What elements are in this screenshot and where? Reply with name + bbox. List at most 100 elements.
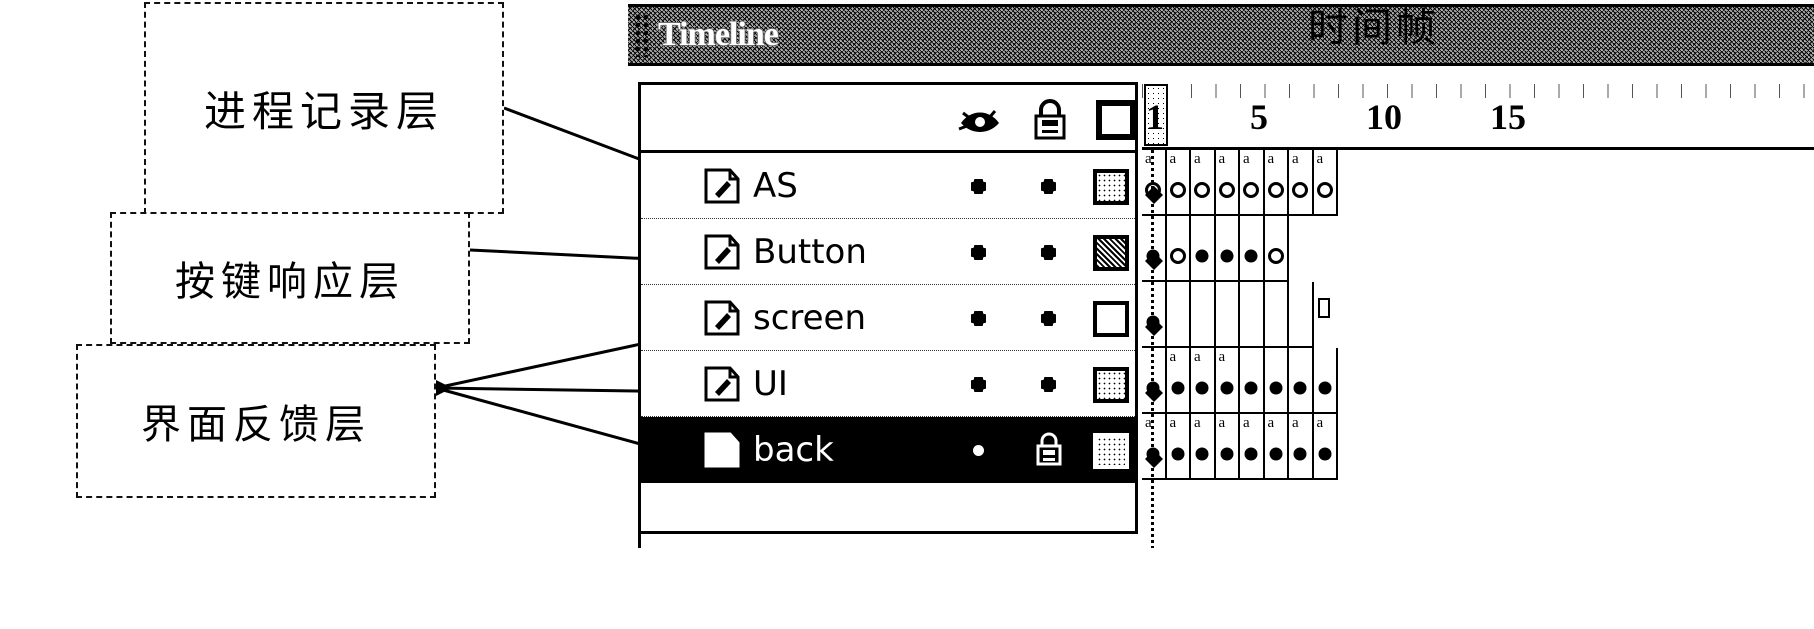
layer-page-icon [703, 167, 741, 205]
layer-outline-toggle[interactable] [1093, 301, 1129, 337]
layer-lock-toggle[interactable] [1043, 247, 1054, 258]
keyframe-dot[interactable] [1171, 381, 1185, 395]
frame-cell[interactable] [1240, 348, 1265, 414]
frame-cell[interactable] [1264, 348, 1289, 414]
keyframe-dot[interactable] [1218, 182, 1235, 198]
frame-cell[interactable] [1215, 216, 1240, 282]
frame-script-marker: a [1218, 151, 1226, 167]
layer-outline-toggle[interactable] [1093, 433, 1129, 469]
keyframe-dot[interactable] [1267, 248, 1284, 264]
keyframe-dot[interactable] [1293, 447, 1307, 461]
layer-row[interactable]: screen [641, 285, 1135, 351]
frame-cell[interactable] [1142, 216, 1167, 282]
layer-lock-toggle[interactable] [1043, 379, 1054, 390]
layer-outline-toggle[interactable] [1093, 235, 1129, 271]
keyframe-dot[interactable] [1269, 381, 1283, 395]
frame-cell[interactable]: a [1215, 150, 1240, 216]
frame-cell[interactable]: a [1240, 150, 1265, 216]
frame-cell[interactable]: a [1240, 414, 1265, 480]
frame-cell[interactable] [1142, 348, 1167, 414]
frame-script-marker: a [1218, 349, 1226, 365]
frame-cell[interactable] [1289, 348, 1314, 414]
frame-cell[interactable] [1240, 282, 1265, 348]
frame-cell[interactable]: a [1166, 150, 1191, 216]
layer-outline-toggle[interactable] [1093, 169, 1129, 205]
annotation-box-key-response-layer: 按键响应层 [110, 212, 470, 344]
layer-visibility-toggle[interactable] [973, 247, 984, 258]
keyframe-dot[interactable] [1318, 447, 1332, 461]
frame-cell[interactable]: a [1166, 414, 1191, 480]
layer-visibility-toggle[interactable] [973, 379, 984, 390]
frame-cell[interactable] [1191, 216, 1216, 282]
drag-grip-icon[interactable] [634, 13, 650, 57]
keyframe-dot[interactable] [1194, 182, 1211, 198]
layer-row[interactable]: Button [641, 219, 1135, 285]
keyframe-dot[interactable] [1293, 381, 1307, 395]
layer-lock-toggle[interactable] [1043, 181, 1054, 192]
frame-cell[interactable] [1166, 282, 1191, 348]
keyframe-dot[interactable] [1195, 447, 1209, 461]
keyframe-dot[interactable] [1195, 249, 1209, 263]
keyframe-dot[interactable] [1220, 249, 1234, 263]
layer-visibility-toggle[interactable] [973, 445, 984, 456]
keyframe-dot[interactable] [1244, 447, 1258, 461]
frame-cell[interactable] [1289, 282, 1314, 348]
keyframe-dot[interactable] [1244, 381, 1258, 395]
layer-lock-icon[interactable] [1033, 431, 1065, 467]
keyframe-dot[interactable] [1269, 447, 1283, 461]
layer-outline-toggle[interactable] [1093, 367, 1129, 403]
keyframe-dot[interactable] [1267, 182, 1284, 198]
layer-visibility-toggle[interactable] [973, 313, 984, 324]
layer-row[interactable]: AS [641, 153, 1135, 219]
keyframe-dot[interactable] [1171, 447, 1185, 461]
eye-icon[interactable] [957, 99, 1003, 141]
frame-cell[interactable]: a [1191, 150, 1216, 216]
frame-cell[interactable]: a [1142, 414, 1167, 480]
frame-cell[interactable]: a [1313, 414, 1338, 480]
frame-cell[interactable]: a [1264, 414, 1289, 480]
frame-cell[interactable] [1166, 216, 1191, 282]
frame-cell[interactable] [1142, 282, 1167, 348]
ruler-label-10: 10 [1366, 97, 1402, 137]
panel-title: Timeline [658, 16, 779, 53]
frame-cell[interactable]: a [1215, 414, 1240, 480]
keyframe-dot[interactable] [1316, 182, 1333, 198]
frame-cell[interactable]: a [1191, 414, 1216, 480]
keyframe-dot[interactable] [1318, 381, 1332, 395]
frame-cell[interactable] [1313, 348, 1338, 414]
frame-cell[interactable]: a [1313, 150, 1338, 216]
keyframe-dot[interactable] [1169, 182, 1186, 198]
frame-cell[interactable]: a [1215, 348, 1240, 414]
keyframe-dot[interactable] [1243, 182, 1260, 198]
layer-name-label: AS [753, 166, 798, 206]
keyframe-dot[interactable] [1244, 249, 1258, 263]
layer-row[interactable]: UI [641, 351, 1135, 417]
frame-cell[interactable]: a [1166, 348, 1191, 414]
frame-grid[interactable]: aaaaaaaaaaaaaaaaaaa [1142, 150, 1814, 548]
blank-keyframe-marker[interactable] [1317, 298, 1330, 318]
frame-cell[interactable] [1314, 282, 1339, 348]
frame-cell[interactable] [1240, 216, 1265, 282]
frame-cell[interactable]: a [1289, 414, 1314, 480]
layer-visibility-toggle[interactable] [973, 181, 984, 192]
layer-name-label: back [753, 430, 834, 470]
keyframe-dot[interactable] [1195, 381, 1209, 395]
frame-cell[interactable]: a [1264, 150, 1289, 216]
frame-cell[interactable] [1191, 282, 1216, 348]
layer-name-label: UI [753, 364, 788, 404]
layer-lock-toggle[interactable] [1043, 313, 1054, 324]
layer-row[interactable]: back [641, 417, 1135, 483]
frame-cell[interactable]: a [1142, 150, 1167, 216]
frame-cell[interactable]: a [1191, 348, 1216, 414]
frame-ruler[interactable]: 1 5 10 15 [1142, 82, 1814, 150]
keyframe-dot[interactable] [1220, 447, 1234, 461]
outline-square-icon[interactable] [1093, 99, 1139, 141]
keyframe-dot[interactable] [1220, 381, 1234, 395]
frame-cell[interactable] [1264, 216, 1289, 282]
lock-icon[interactable] [1027, 99, 1073, 141]
keyframe-dot[interactable] [1169, 248, 1186, 264]
frame-cell[interactable]: a [1289, 150, 1314, 216]
keyframe-dot[interactable] [1292, 182, 1309, 198]
frame-cell[interactable] [1215, 282, 1240, 348]
frame-cell[interactable] [1264, 282, 1289, 348]
